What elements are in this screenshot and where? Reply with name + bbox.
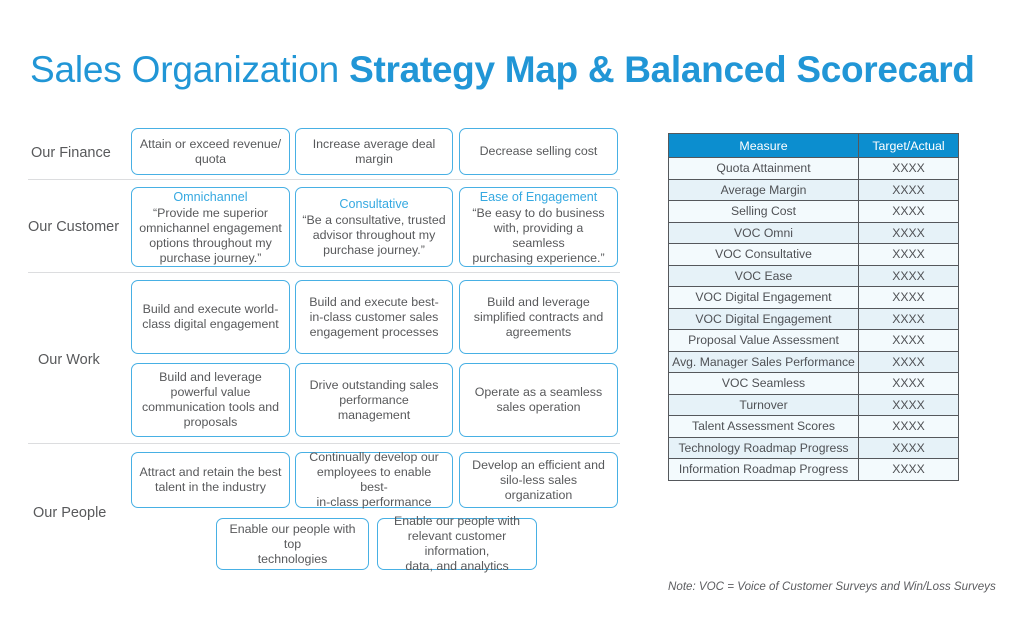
cell-target-actual: XXXX bbox=[858, 221, 959, 244]
cell-measure: VOC Digital Engagement bbox=[668, 286, 859, 309]
table-row[interactable]: Information Roadmap Progress XXXX bbox=[668, 458, 959, 481]
table-row[interactable]: VOC Ease XXXX bbox=[668, 264, 959, 287]
cell-measure: Quota Attainment bbox=[668, 157, 859, 180]
table-row[interactable]: Proposal Value Assessment XXXX bbox=[668, 329, 959, 352]
cell-measure: VOC Omni bbox=[668, 221, 859, 244]
cell-target-actual: XXXX bbox=[858, 415, 959, 438]
people-objective-text: Enable our people with relevant customer… bbox=[393, 514, 521, 573]
table-row[interactable]: VOC Seamless XXXX bbox=[668, 372, 959, 395]
customer-value-prop-text: “Provide me superior omnichannel engagem… bbox=[139, 205, 282, 265]
column-header-measure: Measure bbox=[668, 133, 859, 158]
table-row[interactable]: VOC Consultative XXXX bbox=[668, 243, 959, 266]
customer-value-prop-text: “Be a consultative, trusted advisor thro… bbox=[302, 213, 446, 257]
table-row[interactable]: Turnover XXXX bbox=[668, 393, 959, 416]
finance-objective-box[interactable]: Decrease selling cost bbox=[459, 128, 618, 175]
cell-measure: VOC Seamless bbox=[668, 372, 859, 395]
cell-target-actual: XXXX bbox=[858, 286, 959, 309]
people-objective-text: Attract and retain the best talent in th… bbox=[139, 465, 282, 494]
work-objective-box[interactable]: Drive outstanding sales performance mana… bbox=[295, 363, 453, 437]
cell-target-actual: XXXX bbox=[858, 307, 959, 330]
work-objective-box[interactable]: Build and leverage powerful value commun… bbox=[131, 363, 290, 437]
cell-measure: Selling Cost bbox=[668, 200, 859, 223]
row-label-our-customer: Our Customer bbox=[28, 219, 120, 235]
work-objective-text: Build and leverage simplified contracts … bbox=[473, 294, 604, 339]
table-row[interactable]: VOC Omni XXXX bbox=[668, 221, 959, 244]
finance-objective-text: Attain or exceed revenue/ quota bbox=[139, 136, 282, 166]
cell-measure: Average Margin bbox=[668, 178, 859, 201]
row-label-our-people: Our People bbox=[33, 505, 107, 521]
customer-value-prop-headline: Consultative bbox=[339, 197, 409, 211]
cell-target-actual: XXXX bbox=[858, 350, 959, 373]
cell-target-actual: XXXX bbox=[858, 458, 959, 481]
work-objective-text: Build and leverage powerful value commun… bbox=[141, 370, 280, 429]
cell-target-actual: XXXX bbox=[858, 372, 959, 395]
customer-value-prop-box[interactable]: Ease of Engagement “Be easy to do busine… bbox=[459, 187, 618, 267]
cell-measure: Technology Roadmap Progress bbox=[668, 436, 859, 459]
scorecard-note: Note: VOC = Voice of Customer Surveys an… bbox=[668, 580, 996, 593]
cell-target-actual: XXXX bbox=[858, 157, 959, 180]
people-objective-box[interactable]: Enable our people with top technologies bbox=[216, 518, 369, 570]
finance-objective-text: Decrease selling cost bbox=[479, 144, 598, 158]
work-objective-text: Drive outstanding sales performance mana… bbox=[309, 377, 439, 422]
balanced-scorecard-table: Measure Target/Actual Quota Attainment XX… bbox=[668, 133, 959, 481]
people-objective-text: Continually develop our employees to ena… bbox=[309, 450, 439, 509]
cell-measure: Proposal Value Assessment bbox=[668, 329, 859, 352]
cell-target-actual: XXXX bbox=[858, 178, 959, 201]
people-objective-box[interactable]: Enable our people with relevant customer… bbox=[377, 514, 537, 573]
cell-measure: Talent Assessment Scores bbox=[668, 415, 859, 438]
finance-objective-box[interactable]: Attain or exceed revenue/ quota bbox=[131, 128, 290, 175]
cell-target-actual: XXXX bbox=[858, 393, 959, 416]
column-header-target-actual: Target/Actual bbox=[858, 133, 959, 158]
table-row[interactable]: VOC Digital Engagement XXXX bbox=[668, 307, 959, 330]
cell-target-actual: XXXX bbox=[858, 200, 959, 223]
table-row[interactable]: Average Margin XXXX bbox=[668, 178, 959, 201]
divider-customer-work bbox=[28, 272, 620, 273]
divider-work-people bbox=[28, 443, 620, 444]
table-row[interactable]: Quota Attainment XXXX bbox=[668, 157, 959, 180]
table-row[interactable]: Selling Cost XXXX bbox=[668, 200, 959, 223]
people-objective-text: Enable our people with top technologies bbox=[229, 521, 356, 566]
work-objective-box[interactable]: Build and execute best- in-class custome… bbox=[295, 280, 453, 354]
cell-target-actual: XXXX bbox=[858, 436, 959, 459]
work-objective-box[interactable]: Build and leverage simplified contracts … bbox=[459, 280, 618, 354]
table-row[interactable]: Avg. Manager Sales Performance XXXX bbox=[668, 350, 959, 373]
table-row[interactable]: VOC Digital Engagement XXXX bbox=[668, 286, 959, 309]
cell-measure: VOC Digital Engagement bbox=[668, 307, 859, 330]
divider-finance-customer bbox=[28, 179, 620, 180]
work-objective-box[interactable]: Build and execute world- class digital e… bbox=[131, 280, 290, 354]
strategy-map: Our Finance Our Customer Our Work Our Pe… bbox=[0, 0, 640, 622]
people-objective-box[interactable]: Develop an efficient and silo-less sales… bbox=[459, 452, 618, 508]
people-objective-box[interactable]: Attract and retain the best talent in th… bbox=[131, 452, 290, 508]
customer-value-prop-box[interactable]: Omnichannel “Provide me superior omnicha… bbox=[131, 187, 290, 267]
table-row[interactable]: Talent Assessment Scores XXXX bbox=[668, 415, 959, 438]
finance-objective-text: Increase average deal margin bbox=[312, 136, 436, 166]
cell-target-actual: XXXX bbox=[858, 243, 959, 266]
customer-value-prop-text: “Be easy to do business with, providing … bbox=[472, 205, 605, 265]
finance-objective-box[interactable]: Increase average deal margin bbox=[295, 128, 453, 175]
cell-measure: VOC Consultative bbox=[668, 243, 859, 266]
cell-measure: Information Roadmap Progress bbox=[668, 458, 859, 481]
work-objective-text: Operate as a seamless sales operation bbox=[474, 385, 603, 414]
row-label-our-finance: Our Finance bbox=[31, 145, 111, 161]
customer-value-prop-headline: Omnichannel bbox=[173, 189, 248, 204]
people-objective-text: Develop an efficient and silo-less sales… bbox=[472, 457, 605, 502]
cell-measure: Turnover bbox=[668, 393, 859, 416]
work-objective-box[interactable]: Operate as a seamless sales operation bbox=[459, 363, 618, 437]
cell-measure: Avg. Manager Sales Performance bbox=[668, 350, 859, 373]
row-label-our-work: Our Work bbox=[38, 352, 100, 368]
customer-value-prop-headline: Ease of Engagement bbox=[479, 189, 598, 204]
work-objective-text: Build and execute best- in-class custome… bbox=[309, 294, 439, 339]
scorecard-header-row: Measure Target/Actual bbox=[668, 133, 959, 158]
cell-target-actual: XXXX bbox=[858, 329, 959, 352]
cell-measure: VOC Ease bbox=[668, 264, 859, 287]
people-objective-box[interactable]: Continually develop our employees to ena… bbox=[295, 450, 453, 509]
cell-target-actual: XXXX bbox=[858, 264, 959, 287]
work-objective-text: Build and execute world- class digital e… bbox=[142, 302, 279, 331]
table-row[interactable]: Technology Roadmap Progress XXXX bbox=[668, 436, 959, 459]
customer-value-prop-box[interactable]: Consultative “Be a consultative, trusted… bbox=[295, 187, 453, 267]
